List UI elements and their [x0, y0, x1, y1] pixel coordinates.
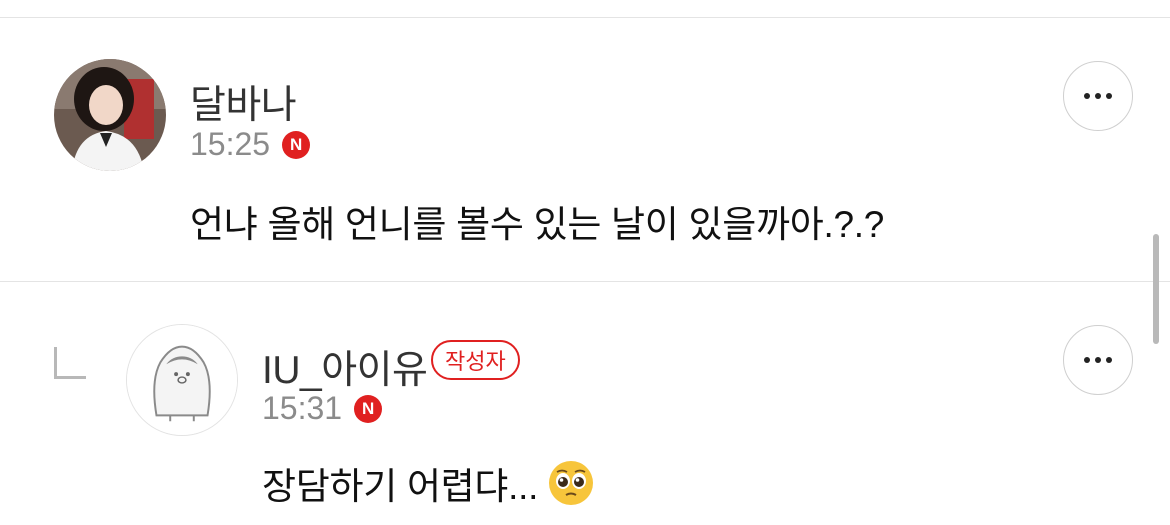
comment-text: 장담하기 어렵댜...: [262, 466, 539, 507]
avatar-penguin[interactable]: [126, 324, 238, 436]
more-options-button[interactable]: [1063, 61, 1133, 131]
top-divider: [0, 17, 1170, 18]
more-dots-icon: [1084, 93, 1090, 99]
comment-author[interactable]: 달바나: [190, 74, 297, 130]
comment-text: 언냐 올해 언니를 볼수 있는 날이 있을까아.?.?: [190, 204, 884, 245]
comment-time: 15:31: [262, 390, 343, 426]
scrollbar[interactable]: [1153, 234, 1159, 344]
author-badge: 작성자: [431, 340, 520, 380]
naver-n-icon: N: [282, 130, 311, 159]
comment-text-row: 장담하기 어렵댜...: [262, 456, 596, 510]
comment-meta: 15:25 N: [190, 126, 311, 163]
more-options-button[interactable]: [1063, 325, 1133, 395]
comment-meta: 15:31 N: [262, 390, 383, 427]
avatar-user-photo[interactable]: [54, 59, 166, 171]
comment-time: 15:25: [190, 126, 271, 162]
comment-author[interactable]: IU_아이유: [262, 339, 428, 395]
pleading-face-emoji-icon: [546, 458, 596, 508]
reply-arrow-icon: [54, 347, 86, 379]
naver-n-icon: N: [354, 394, 383, 423]
more-dots-icon: [1084, 357, 1090, 363]
comment-divider: [0, 281, 1170, 282]
